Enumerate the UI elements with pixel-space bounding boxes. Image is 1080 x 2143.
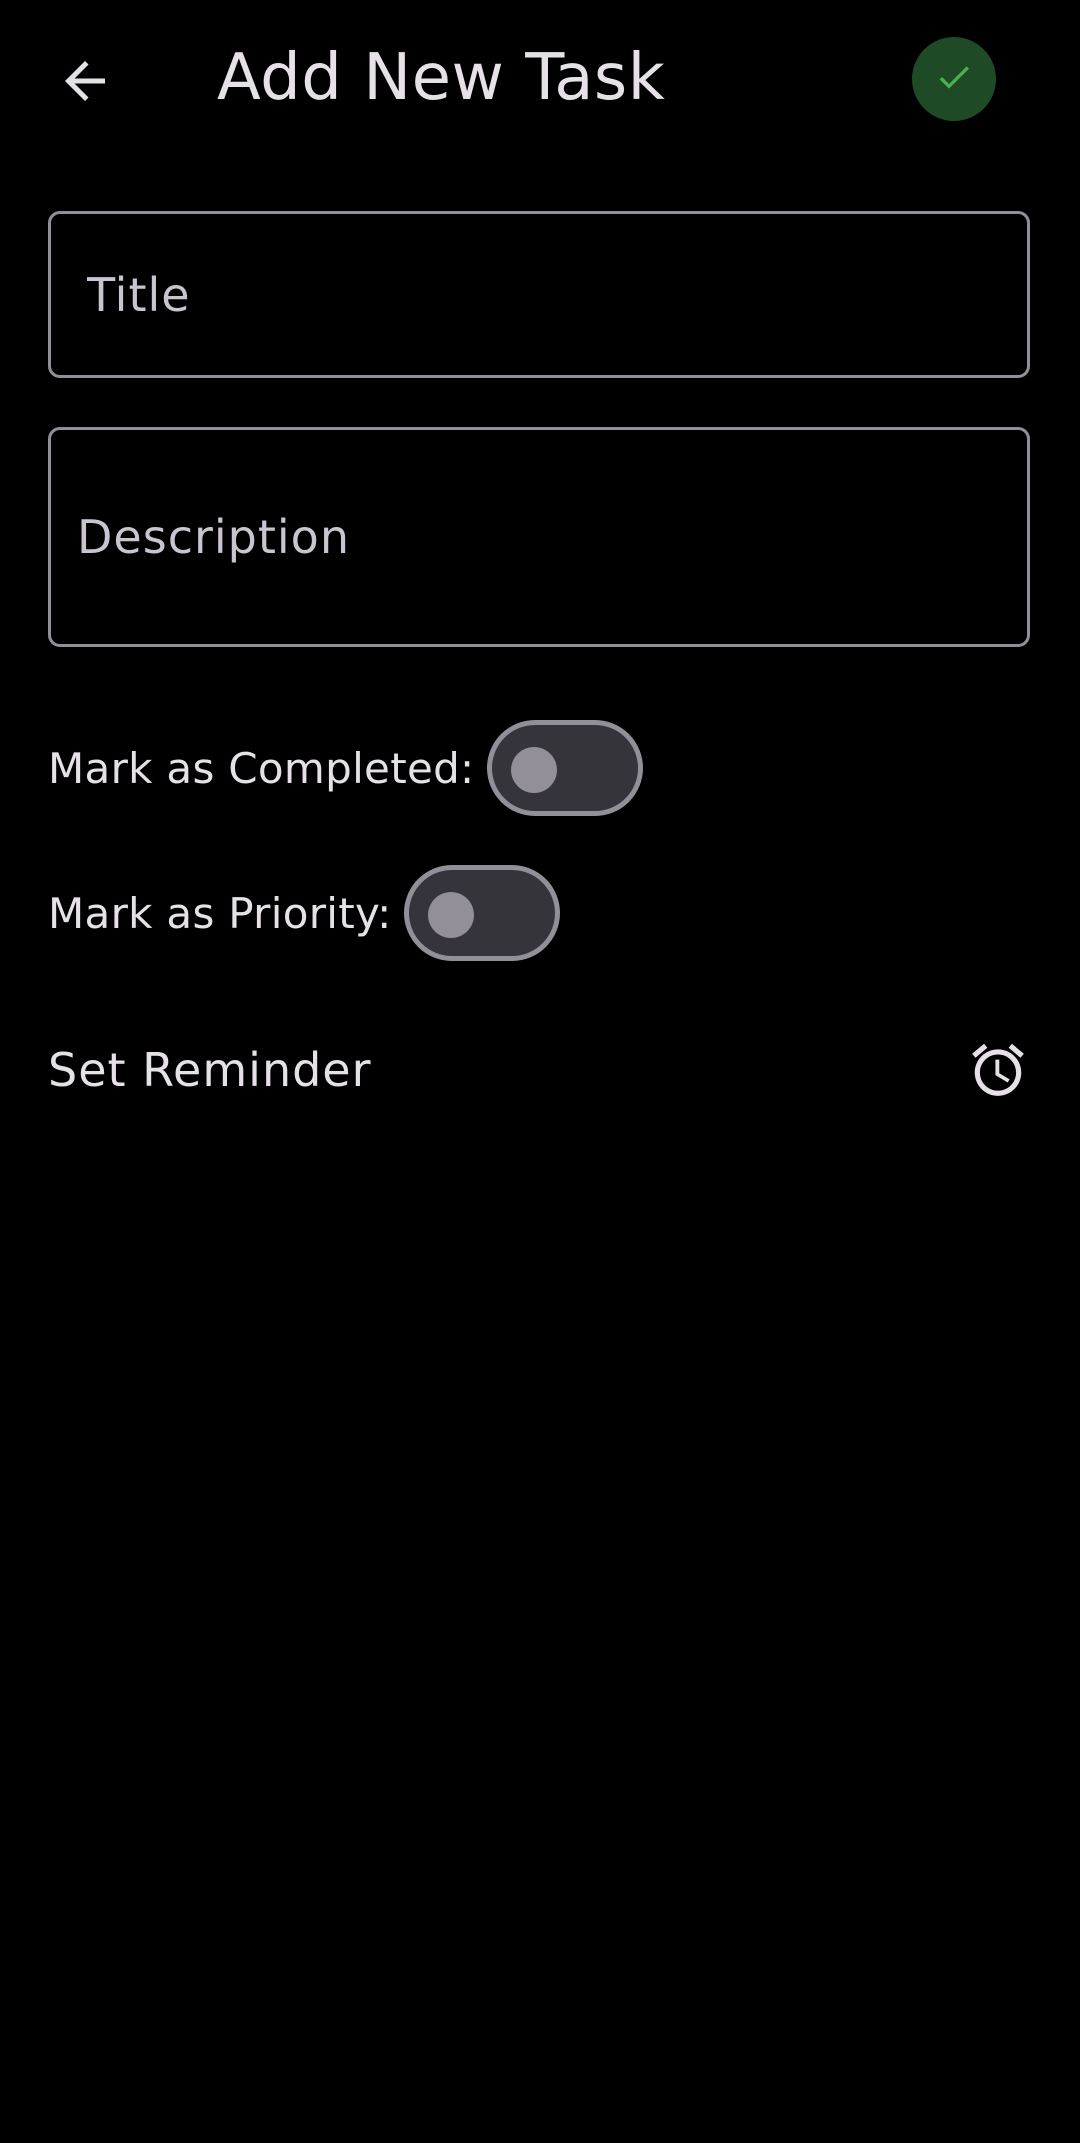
completed-toggle-row: Mark as Completed: <box>48 720 643 816</box>
set-reminder-label: Set Reminder <box>48 1043 372 1097</box>
completed-label: Mark as Completed: <box>48 743 475 793</box>
switch-thumb <box>427 892 474 938</box>
check-icon <box>934 57 974 101</box>
title-field[interactable] <box>48 211 1030 378</box>
completed-switch[interactable] <box>486 720 643 816</box>
switch-thumb <box>510 747 557 793</box>
description-field[interactable] <box>48 427 1030 647</box>
priority-label: Mark as Priority: <box>48 888 392 938</box>
app-bar: Add New Task <box>0 0 1080 160</box>
alarm-clock-icon[interactable] <box>966 1038 1030 1102</box>
priority-toggle-row: Mark as Priority: <box>48 865 560 961</box>
priority-switch[interactable] <box>403 865 560 961</box>
set-reminder-row[interactable]: Set Reminder <box>48 1030 1030 1110</box>
back-button[interactable] <box>40 38 130 128</box>
page-title: Add New Task <box>217 41 666 115</box>
add-task-screen: Add New Task Mark as Completed: Mark as … <box>0 0 1080 2143</box>
description-input[interactable] <box>51 430 1027 644</box>
save-button[interactable] <box>912 37 996 121</box>
arrow-back-icon <box>55 51 115 115</box>
title-input[interactable] <box>51 214 1027 375</box>
